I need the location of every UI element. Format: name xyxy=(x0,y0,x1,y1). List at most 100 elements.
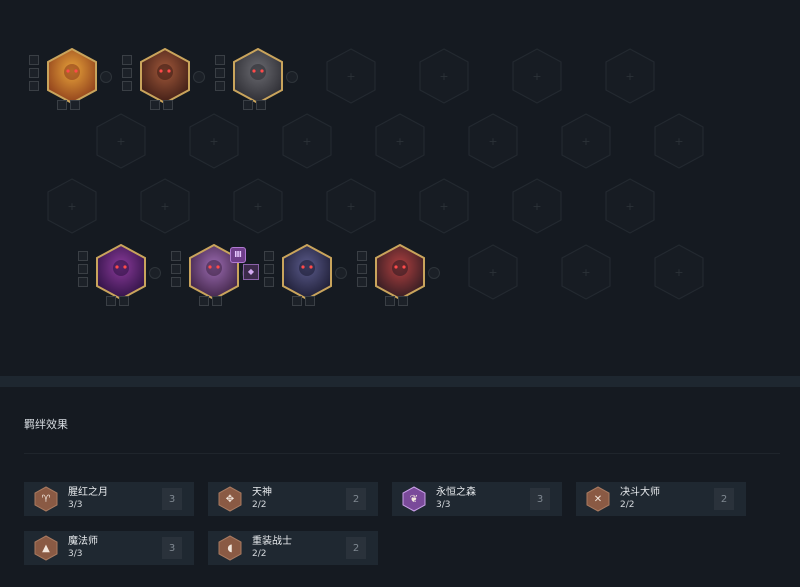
wizard-hat-icon: ▲ xyxy=(34,535,58,561)
item-slot[interactable] xyxy=(78,251,88,261)
trait-level-box: 2 xyxy=(714,488,734,510)
horned-mask-icon: ♈ xyxy=(34,486,58,512)
empty-board-slot[interactable]: + xyxy=(375,113,425,169)
empty-board-slot[interactable]: + xyxy=(419,178,469,234)
item-slot[interactable] xyxy=(57,100,67,110)
empty-board-slot[interactable]: + xyxy=(561,113,611,169)
item-slot[interactable] xyxy=(70,100,80,110)
empty-board-slot[interactable]: + xyxy=(419,48,469,104)
empty-board-slot[interactable]: + xyxy=(282,113,332,169)
trait-card[interactable]: ❦ 永恒之森 3/3 3 xyxy=(392,482,562,516)
item-slot[interactable] xyxy=(122,55,132,65)
empty-board-slot[interactable]: + xyxy=(654,113,704,169)
item-slot[interactable] xyxy=(29,55,39,65)
empty-board-slot[interactable]: + xyxy=(605,48,655,104)
item-slot[interactable] xyxy=(215,55,225,65)
trait-name: 腥红之月 xyxy=(68,487,108,498)
board: + + + + + + + + + + + + + + + + + + + + + Ⅲ ◆ xyxy=(0,0,800,375)
empty-board-slot[interactable]: + xyxy=(189,113,239,169)
trait-card[interactable]: ♈ 腥红之月 3/3 3 xyxy=(24,482,194,516)
item-slot[interactable] xyxy=(106,296,116,306)
item-slots-column xyxy=(357,251,367,290)
item-slot[interactable] xyxy=(243,100,253,110)
trait-level-box: 3 xyxy=(162,488,182,510)
item-slots-row xyxy=(106,291,132,306)
empty-board-slot[interactable]: + xyxy=(326,48,376,104)
helmet-icon: ◖ xyxy=(218,535,242,561)
item-slot[interactable] xyxy=(122,81,132,91)
item-slot[interactable] xyxy=(29,81,39,91)
traits-divider xyxy=(24,453,780,454)
traits-heading: 羁绊效果 xyxy=(24,418,68,431)
empty-board-slot[interactable]: + xyxy=(468,113,518,169)
item-slot[interactable] xyxy=(264,277,274,287)
side-slot-dot[interactable] xyxy=(193,71,205,83)
item-slot[interactable] xyxy=(78,277,88,287)
side-slot-dot[interactable] xyxy=(149,267,161,279)
item-slot[interactable] xyxy=(357,277,367,287)
item-slot[interactable] xyxy=(264,251,274,261)
item-slot[interactable] xyxy=(264,264,274,274)
trait-name: 魔法师 xyxy=(68,536,98,547)
item-slot[interactable] xyxy=(150,100,160,110)
trait-card[interactable]: ◖ 重装战士 2/2 2 xyxy=(208,531,378,565)
item-slot[interactable] xyxy=(357,251,367,261)
item-slot[interactable] xyxy=(29,68,39,78)
item-slots-column xyxy=(171,251,181,290)
side-slot-dot[interactable] xyxy=(335,267,347,279)
section-divider xyxy=(0,376,800,387)
item-slot[interactable] xyxy=(122,68,132,78)
trait-card[interactable]: ✥ 天神 2/2 2 xyxy=(208,482,378,516)
trait-count: 3/3 xyxy=(436,500,451,510)
side-slot-dot[interactable] xyxy=(100,71,112,83)
crossed-swords-icon: ✕ xyxy=(586,486,610,512)
item-slot[interactable] xyxy=(357,264,367,274)
star-level-badge: Ⅲ xyxy=(230,247,246,263)
item-slot[interactable] xyxy=(305,296,315,306)
item-slot[interactable] xyxy=(78,264,88,274)
side-slot-dot[interactable] xyxy=(286,71,298,83)
trait-name: 重装战士 xyxy=(252,536,292,547)
item-slot[interactable] xyxy=(163,100,173,110)
item-slot[interactable] xyxy=(199,296,209,306)
item-slot[interactable] xyxy=(215,68,225,78)
empty-board-slot[interactable]: + xyxy=(140,178,190,234)
trait-level-box: 2 xyxy=(346,488,366,510)
item-slot[interactable] xyxy=(215,81,225,91)
leaf-icon: ❦ xyxy=(402,486,426,512)
item-slots-column xyxy=(264,251,274,290)
item-slot[interactable] xyxy=(171,277,181,287)
trait-count: 2/2 xyxy=(620,500,635,510)
equipped-item-icon[interactable]: ◆ xyxy=(243,264,259,280)
trait-name: 天神 xyxy=(252,487,272,498)
empty-board-slot[interactable]: + xyxy=(512,48,562,104)
empty-board-slot[interactable]: + xyxy=(654,244,704,300)
item-slot[interactable] xyxy=(119,296,129,306)
empty-board-slot[interactable]: + xyxy=(96,113,146,169)
item-slots-row xyxy=(243,95,269,110)
trait-count: 2/2 xyxy=(252,500,267,510)
trait-name: 永恒之森 xyxy=(436,487,476,498)
item-slot[interactable] xyxy=(398,296,408,306)
empty-board-slot[interactable]: + xyxy=(512,178,562,234)
empty-board-slot[interactable]: + xyxy=(326,178,376,234)
item-slot[interactable] xyxy=(385,296,395,306)
empty-board-slot[interactable]: + xyxy=(47,178,97,234)
item-slot[interactable] xyxy=(256,100,266,110)
item-slot[interactable] xyxy=(171,251,181,261)
trait-count: 3/3 xyxy=(68,500,83,510)
trait-level-box: 3 xyxy=(162,537,182,559)
empty-board-slot[interactable]: + xyxy=(468,244,518,300)
trait-card[interactable]: ▲ 魔法师 3/3 3 xyxy=(24,531,194,565)
item-slot[interactable] xyxy=(171,264,181,274)
item-slots-row xyxy=(199,291,225,306)
empty-board-slot[interactable]: + xyxy=(233,178,283,234)
item-slot[interactable] xyxy=(212,296,222,306)
trait-card[interactable]: ✕ 决斗大师 2/2 2 xyxy=(576,482,746,516)
empty-board-slot[interactable]: + xyxy=(605,178,655,234)
empty-board-slot[interactable]: + xyxy=(561,244,611,300)
trait-count: 2/2 xyxy=(252,549,267,559)
trait-count: 3/3 xyxy=(68,549,83,559)
side-slot-dot[interactable] xyxy=(428,267,440,279)
item-slot[interactable] xyxy=(292,296,302,306)
